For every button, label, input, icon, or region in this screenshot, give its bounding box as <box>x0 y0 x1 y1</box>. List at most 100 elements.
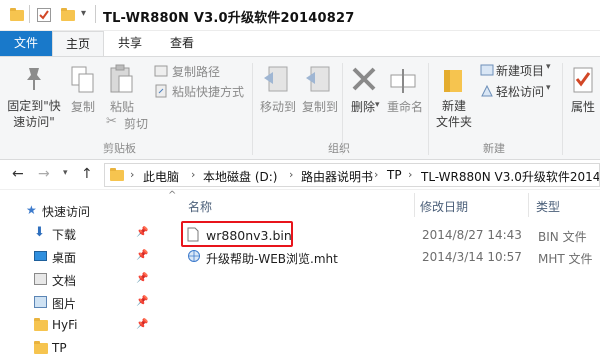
new-folder-button[interactable]: 新建 文件夹 <box>432 60 476 136</box>
sidebar-item-hyfi[interactable]: HyFi 📌 <box>34 318 154 340</box>
organize-group-label: 组织 <box>328 142 350 155</box>
chevron-down-icon: ▾ <box>546 83 551 93</box>
file-modified: 2014/3/14 10:57 <box>422 250 522 264</box>
copy-path-label: 复制路径 <box>172 65 221 79</box>
copy-to-button[interactable]: 复制到 <box>298 60 340 122</box>
folder-icon <box>34 318 48 331</box>
new-group-label: 新建 <box>483 142 505 155</box>
new-item-label: 新建项目 <box>496 64 545 78</box>
tab-home[interactable]: 主页 <box>52 31 104 56</box>
breadcrumb-current-folder[interactable]: TL-WR880N V3.0升级软件201408 <box>421 168 599 185</box>
paste-shortcut-label: 粘贴快捷方式 <box>172 85 245 99</box>
paste-shortcut-button[interactable]: 粘贴快捷方式 <box>154 83 248 99</box>
move-to-icon <box>264 66 288 92</box>
tab-file[interactable]: 文件 <box>0 31 52 56</box>
cut-button[interactable]: ✂ 剪切 <box>106 114 156 131</box>
tab-share[interactable]: 共享 <box>106 31 154 56</box>
breadcrumb-router-manuals[interactable]: 路由器说明书 <box>301 168 373 185</box>
copy-label: 复制 <box>70 100 95 114</box>
highlight-box <box>181 221 293 247</box>
sidebar-item-label: TP <box>52 341 67 355</box>
up-arrow-icon[interactable]: ↑ <box>81 166 93 182</box>
properties-icon <box>573 67 593 93</box>
copy-to-icon <box>306 66 330 92</box>
properties-button[interactable]: 属性 <box>566 60 600 122</box>
documents-icon <box>34 273 47 285</box>
column-header-modified[interactable]: 修改日期 <box>420 198 468 215</box>
tab-view[interactable]: 查看 <box>156 31 208 56</box>
sidebar-item-label: 桌面 <box>52 251 77 265</box>
new-folder-qat-icon[interactable] <box>61 8 75 21</box>
rename-label: 重命名 <box>386 100 423 114</box>
sidebar-item-label: 下载 <box>52 228 77 242</box>
sidebar-item-quick-access[interactable]: ★ 快速访问 <box>26 203 154 225</box>
window-title: TL-WR880N V3.0升级软件20140827 <box>103 11 355 26</box>
title-bar: ▾ TL-WR880N V3.0升级软件20140827 <box>0 0 600 31</box>
pin-icon[interactable]: 📌 <box>136 250 148 261</box>
chevron-right-icon[interactable]: › <box>408 168 412 181</box>
sidebar-item-tp[interactable]: TP <box>34 341 154 363</box>
pin-icon[interactable]: 📌 <box>136 319 148 330</box>
separator <box>252 63 253 155</box>
chevron-right-icon[interactable]: › <box>374 168 378 181</box>
new-item-button[interactable]: 新建项目 ▾ <box>480 62 558 78</box>
address-bar[interactable]: › 此电脑 › 本地磁盘 (D:) › 路由器说明书 › TP › TL-WR8… <box>104 163 600 187</box>
chevron-down-icon: ▾ <box>546 62 551 72</box>
pin-icon[interactable]: 📌 <box>136 227 148 238</box>
recent-locations-icon[interactable]: ▾ <box>63 168 68 178</box>
chevron-right-icon[interactable]: › <box>130 168 134 181</box>
properties-qat-icon[interactable] <box>37 8 51 22</box>
breadcrumb-local-disk[interactable]: 本地磁盘 (D:) <box>203 168 277 185</box>
forward-arrow-icon[interactable]: → <box>38 166 50 182</box>
navigation-pane: ★ 快速访问 ⬇ 下载 📌 桌面 📌 文档 📌 图片 📌 HyFi 📌 TP <box>0 191 156 356</box>
star-icon: ★ <box>26 203 37 217</box>
column-header-name[interactable]: 名称 <box>188 198 212 215</box>
rename-button[interactable]: 重命名 <box>384 60 424 122</box>
chevron-right-icon[interactable]: › <box>191 168 195 181</box>
sidebar-item-downloads[interactable]: ⬇ 下载 📌 <box>34 225 154 248</box>
pictures-icon <box>34 296 47 308</box>
separator <box>29 5 30 23</box>
paste-label: 粘贴 <box>109 100 134 114</box>
sidebar-item-label: 图片 <box>52 297 77 311</box>
chevron-right-icon[interactable]: › <box>289 168 293 181</box>
folder-icon <box>10 8 24 21</box>
separator <box>95 5 96 23</box>
sidebar-item-label: 快速访问 <box>42 205 91 219</box>
file-name: 升级帮助-WEB浏览.mht <box>206 252 338 266</box>
easy-access-button[interactable]: 轻松访问 ▾ <box>480 83 558 99</box>
separator <box>562 63 563 155</box>
paste-button[interactable]: 粘贴 <box>104 60 140 120</box>
pin-quick-access-button[interactable]: 固定到"快 速访问" <box>4 60 64 136</box>
qat-dropdown-icon[interactable]: ▾ <box>81 8 86 19</box>
column-divider[interactable] <box>528 193 529 217</box>
new-folder-icon <box>444 70 462 92</box>
copy-path-button[interactable]: 复制路径 <box>154 63 248 79</box>
sort-caret-icon: ^ <box>168 190 177 201</box>
sidebar-item-documents[interactable]: 文档 📌 <box>34 272 154 294</box>
delete-button[interactable]: 删除 ▾ <box>346 60 380 122</box>
move-to-button[interactable]: 移动到 <box>256 60 298 122</box>
new-item-icon <box>480 64 494 76</box>
pin-icon[interactable]: 📌 <box>136 296 148 307</box>
sidebar-item-label: 文档 <box>52 274 77 288</box>
column-header-type[interactable]: 类型 <box>536 198 560 215</box>
download-icon: ⬇ <box>34 225 45 240</box>
copy-button[interactable]: 复制 <box>66 60 100 120</box>
column-divider[interactable] <box>414 193 415 217</box>
folder-icon <box>34 341 48 354</box>
back-arrow-icon[interactable]: ← <box>12 166 24 182</box>
copy-to-label: 复制到 <box>301 100 338 114</box>
clipboard-group-label: 剪贴板 <box>103 142 136 155</box>
ribbon-tabs: 文件 主页 共享 查看 <box>0 31 600 56</box>
cut-label: 剪切 <box>124 117 149 131</box>
web-file-icon <box>188 250 200 262</box>
easy-access-icon <box>481 84 493 97</box>
pin-icon[interactable]: 📌 <box>136 273 148 284</box>
delete-icon <box>352 67 376 91</box>
sidebar-item-desktop[interactable]: 桌面 📌 <box>34 249 154 271</box>
breadcrumb-this-pc[interactable]: 此电脑 <box>143 168 179 185</box>
sidebar-item-pictures[interactable]: 图片 📌 <box>34 295 154 317</box>
table-row[interactable]: 升级帮助-WEB浏览.mht 2014/3/14 10:57 MHT 文件 <box>176 246 596 268</box>
breadcrumb-tp[interactable]: TP <box>387 168 402 182</box>
